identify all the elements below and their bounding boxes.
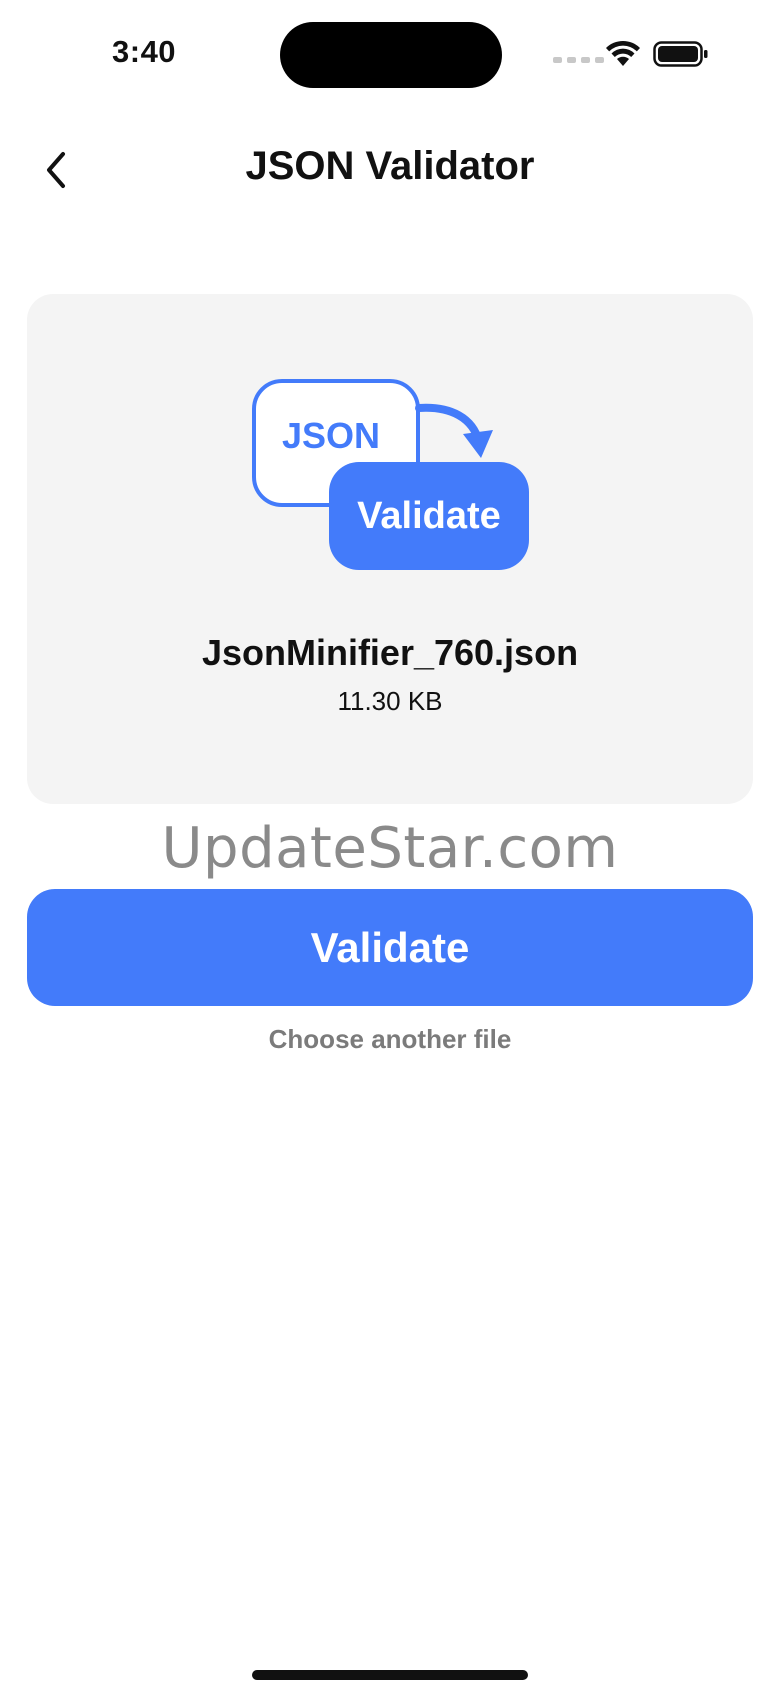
json-validate-illustration: JSON Validate [252,379,529,570]
illustration-json-text: JSON [282,415,380,456]
choose-another-file-link[interactable]: Choose another file [0,1024,780,1055]
signal-icon [553,57,604,63]
status-bar: 3:40 [0,0,780,110]
page-title: JSON Validator [245,144,535,188]
battery-icon [653,41,708,67]
wifi-icon [606,40,640,66]
navigation-bar: JSON Validator [0,120,780,220]
file-card: JSON Validate JsonMinifier_760.json 11.3… [27,294,753,804]
validate-button[interactable]: Validate [27,889,753,1006]
illustration-validate-text: Validate [357,495,501,537]
home-indicator [252,1670,528,1680]
watermark-text: UpdateStar.com [161,816,619,881]
dynamic-island [280,22,502,88]
status-time: 3:40 [112,34,177,69]
file-name: JsonMinifier_760.json [201,632,579,673]
file-size: 11.30 KB [337,686,443,716]
